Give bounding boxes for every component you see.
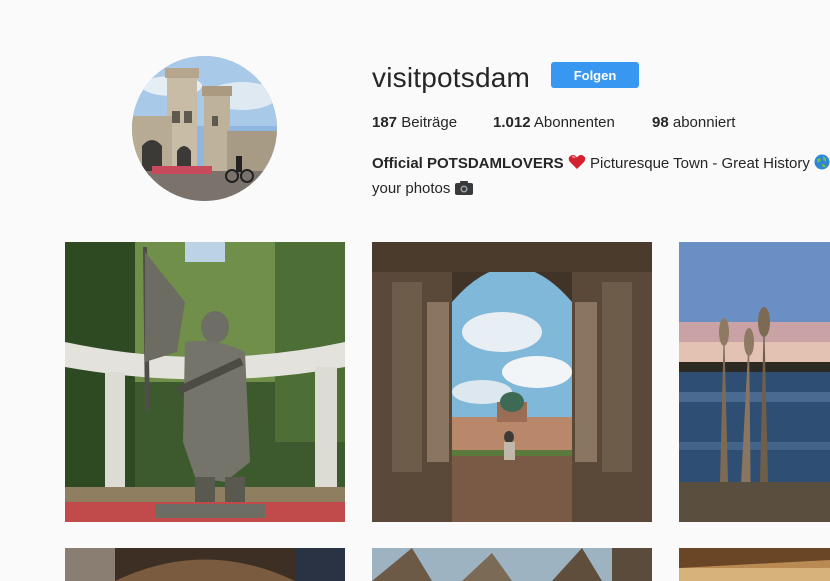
post-tile-arch-ceiling[interactable] xyxy=(65,548,345,581)
following-label: abonniert xyxy=(672,114,736,131)
profile-bio: Official POTSDAMLOVERS Picturesque Town … xyxy=(372,152,830,202)
post-image-arch-ceiling xyxy=(65,548,345,581)
post-tile-statue[interactable] xyxy=(65,242,345,522)
post-tile-branches[interactable] xyxy=(372,548,652,581)
follow-button[interactable]: Folgen xyxy=(551,62,639,88)
following-count: 98 xyxy=(652,114,669,131)
heart-icon xyxy=(568,154,586,177)
stat-posts[interactable]: 187 Beiträge xyxy=(372,114,457,131)
globe-icon xyxy=(814,154,830,177)
stat-following[interactable]: 98 abonniert xyxy=(652,114,735,131)
bio-text: Picturesque Town - Great History xyxy=(590,155,810,172)
posts-label: Beiträge xyxy=(401,114,458,131)
posts-count: 187 xyxy=(372,114,398,131)
post-image-interior xyxy=(679,548,830,581)
post-image-statue xyxy=(65,242,345,522)
followers-count: 1.012 xyxy=(493,114,531,131)
followers-label: Abonnenten xyxy=(533,114,615,131)
post-image-branches xyxy=(372,548,652,581)
profile-username: visitpotsdam xyxy=(372,62,531,93)
stat-followers[interactable]: 1.012 Abonnenten xyxy=(493,114,615,131)
profile-avatar[interactable] xyxy=(132,56,277,201)
post-tile-interior[interactable] xyxy=(679,548,830,581)
bio-line2: your photos xyxy=(372,180,451,197)
camera-icon xyxy=(454,179,473,202)
post-tile-lake[interactable] xyxy=(679,242,830,522)
bio-name: Official POTSDAMLOVERS xyxy=(372,155,564,172)
post-image-lake xyxy=(679,242,830,522)
post-tile-colonnade[interactable] xyxy=(372,242,652,522)
post-image-colonnade xyxy=(372,242,652,522)
avatar-image xyxy=(132,56,277,201)
